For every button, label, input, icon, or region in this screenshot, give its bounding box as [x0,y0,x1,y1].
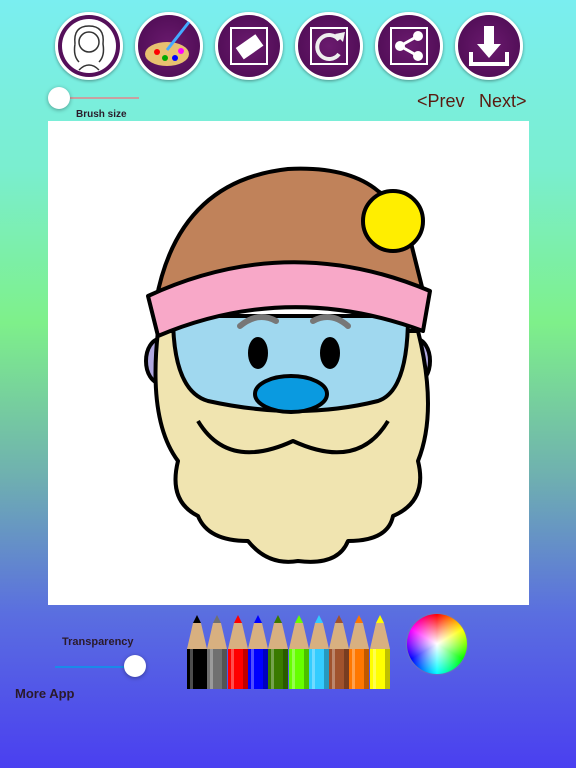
eraser-icon [230,27,268,65]
share-button[interactable] [375,12,443,80]
brush-size-thumb[interactable] [48,87,71,109]
santa-drawing [144,166,432,564]
eraser-button[interactable] [215,12,283,80]
gallery-button[interactable] [55,12,123,80]
transparency-label: Transparency [62,636,134,648]
pencil-color[interactable] [288,615,309,689]
pencil-color[interactable] [329,615,350,689]
more-app-link[interactable]: More App [15,686,74,701]
pencil-color[interactable] [268,615,289,689]
girl-portrait-icon [62,19,116,73]
download-icon [469,26,509,66]
pencil-color[interactable] [369,615,390,689]
pencil-color[interactable] [207,615,228,689]
pencil-color[interactable] [227,615,248,689]
reset-button[interactable] [295,12,363,80]
pencil-color[interactable] [247,615,268,689]
prev-button[interactable]: <Prev [417,91,465,112]
palette-brush-icon [145,21,191,66]
right-eye [320,337,340,369]
left-eye [248,337,268,369]
color-wheel-button[interactable] [407,614,467,674]
pencil-color[interactable] [349,615,370,689]
nose [253,374,329,414]
refresh-icon [310,27,348,65]
palette-button[interactable] [135,12,203,80]
pencil-color[interactable] [308,615,329,689]
transparency-slider[interactable] [55,666,135,668]
pencil-color[interactable] [187,615,207,689]
next-button[interactable]: Next> [479,91,527,112]
share-icon [390,27,428,65]
pompom [361,189,425,253]
transparency-thumb[interactable] [124,655,146,677]
download-button[interactable] [455,12,523,80]
brush-size-label: Brush size [76,109,127,120]
drawing-canvas[interactable] [48,121,529,605]
